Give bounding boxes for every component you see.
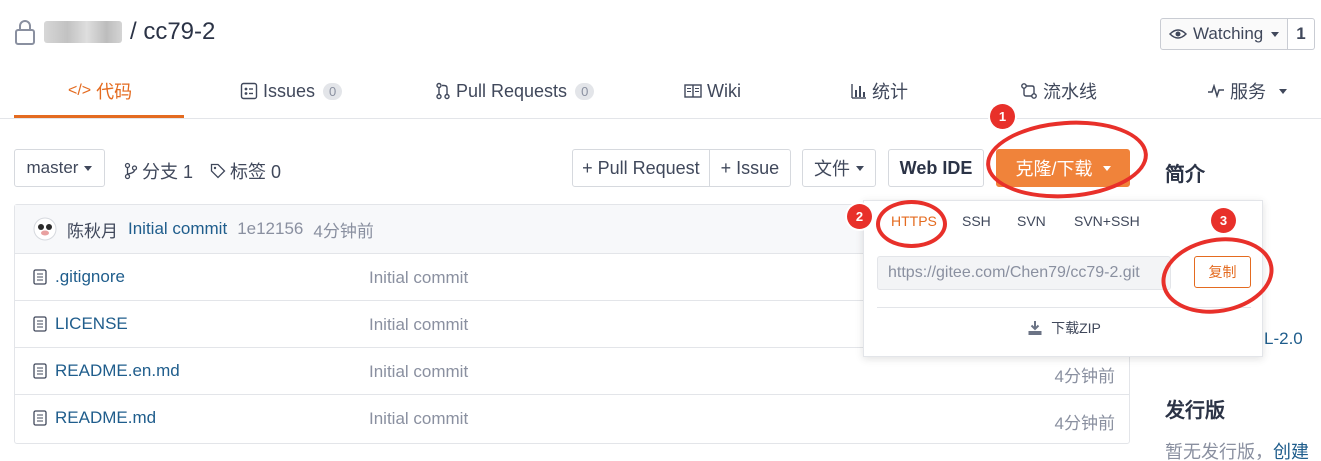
annotation-marker-1: 1 xyxy=(990,104,1015,129)
new-pr-issue-group: + Pull Request + Issue xyxy=(572,149,791,187)
pull-requests-count-badge: 0 xyxy=(575,82,595,100)
tab-svn-ssh[interactable]: SVN+SSH xyxy=(1074,213,1140,229)
releases-empty-text: 暂无发行版， xyxy=(1165,442,1273,461)
book-icon xyxy=(684,84,702,98)
tab-code-label: 代码 xyxy=(96,82,133,102)
watch-count[interactable]: 1 xyxy=(1288,18,1315,50)
file-commit-message[interactable]: Initial commit xyxy=(369,315,468,335)
tab-statistics[interactable]: 统计 xyxy=(851,64,908,118)
tag-icon xyxy=(210,163,226,179)
file-commit-message[interactable]: Initial commit xyxy=(369,362,468,382)
branch-select[interactable]: master xyxy=(14,149,105,187)
watch-button[interactable]: Watching xyxy=(1160,18,1289,50)
file-name[interactable]: LICENSE xyxy=(55,314,128,334)
web-ide-label: Web IDE xyxy=(899,157,973,178)
pull-request-icon xyxy=(435,82,451,100)
file-commit-message[interactable]: Initial commit xyxy=(369,409,468,429)
bar-chart-icon xyxy=(851,83,867,99)
tab-services[interactable]: 服务 xyxy=(1207,64,1287,118)
active-tab-indicator xyxy=(14,115,184,118)
avatar[interactable] xyxy=(33,217,57,241)
download-zip-label: 下载ZIP xyxy=(1051,319,1101,336)
file-icon xyxy=(33,363,47,379)
branch-label: master xyxy=(26,158,79,177)
file-row[interactable]: README.md Initial commit 4分钟前 xyxy=(15,395,1129,442)
owner-name-blurred[interactable] xyxy=(44,21,122,43)
tab-wiki[interactable]: Wiki xyxy=(684,64,741,118)
releases-empty: 暂无发行版， 创建 xyxy=(1165,438,1309,461)
annotation-marker-3: 3 xyxy=(1211,208,1236,233)
clone-url-field[interactable]: https://gitee.com/Chen79/cc79-2.git xyxy=(877,256,1171,290)
clone-url-text: https://gitee.com/Chen79/cc79-2.git xyxy=(888,264,1140,281)
lock-icon xyxy=(14,18,36,46)
tab-pipeline[interactable]: 流水线 xyxy=(1020,64,1097,118)
file-icon xyxy=(33,410,47,426)
file-commit-time: 4分钟前 xyxy=(1054,414,1115,433)
tab-issues-label: Issues xyxy=(263,80,316,101)
chevron-down-icon xyxy=(84,165,93,171)
tags-count: 标签 0 xyxy=(230,162,282,182)
web-ide-button[interactable]: Web IDE xyxy=(888,149,984,187)
branches-count: 分支 1 xyxy=(142,162,194,182)
watch-control: Watching 1 xyxy=(1160,18,1321,50)
annotation-marker-2: 2 xyxy=(847,204,872,229)
pipeline-icon xyxy=(1020,82,1038,100)
file-name[interactable]: .gitignore xyxy=(55,267,125,287)
create-release-link[interactable]: 创建 xyxy=(1273,438,1309,461)
repo-title: / cc79-2 xyxy=(14,14,215,50)
intro-heading: 简介 xyxy=(1165,164,1205,186)
file-commit-message[interactable]: Initial commit xyxy=(369,268,468,288)
commit-time: 4分钟前 xyxy=(313,221,374,241)
file-menu-label: 文件 xyxy=(814,159,850,179)
annotation-ring-clone xyxy=(983,115,1151,204)
tab-svn[interactable]: SVN xyxy=(1017,213,1046,229)
file-menu-button[interactable]: 文件 xyxy=(802,149,876,187)
commit-message[interactable]: Initial commit xyxy=(128,219,227,239)
download-icon xyxy=(1027,320,1043,336)
new-issue-button[interactable]: + Issue xyxy=(710,150,790,186)
new-issue-label: + Issue xyxy=(720,157,780,178)
file-icon xyxy=(33,269,47,285)
tab-statistics-label: 统计 xyxy=(872,82,908,102)
download-zip-button[interactable]: 下载ZIP xyxy=(877,307,1251,347)
tab-pull-requests-label: Pull Requests xyxy=(456,80,568,101)
new-pull-request-button[interactable]: + Pull Request xyxy=(573,150,710,186)
file-name[interactable]: README.en.md xyxy=(55,361,180,381)
tab-pipeline-label: 流水线 xyxy=(1043,82,1097,102)
tab-services-label: 服务 xyxy=(1230,82,1266,102)
new-pull-request-label: + Pull Request xyxy=(582,157,700,178)
repo-name[interactable]: / cc79-2 xyxy=(130,18,215,46)
tags-link[interactable]: 标签 0 xyxy=(210,158,281,184)
commit-author[interactable]: 陈秋月 xyxy=(67,217,118,242)
chevron-down-icon xyxy=(856,165,864,171)
issues-count-badge: 0 xyxy=(323,82,343,100)
annotation-ring-https xyxy=(876,200,947,248)
branches-link[interactable]: 分支 1 xyxy=(124,158,193,184)
tab-issues[interactable]: Issues 0 xyxy=(240,64,343,118)
releases-heading: 发行版 xyxy=(1165,400,1225,422)
tab-pull-requests[interactable]: Pull Requests 0 xyxy=(435,64,595,118)
commit-hash[interactable]: 1e12156 xyxy=(237,219,303,239)
watch-label: Watching xyxy=(1193,24,1264,43)
file-commit-time: 4分钟前 xyxy=(1054,367,1115,386)
file-name[interactable]: README.md xyxy=(55,408,156,428)
tab-ssh[interactable]: SSH xyxy=(962,213,991,229)
pulse-icon xyxy=(1207,84,1225,98)
license-link[interactable]: L-2.0 xyxy=(1264,329,1303,349)
repo-nav-tabs: </> 代码 Issues 0 Pull Requests 0 Wiki 统计 … xyxy=(0,64,1321,119)
issues-icon xyxy=(240,82,258,100)
eye-icon xyxy=(1169,28,1187,40)
code-icon: </> xyxy=(68,82,92,99)
chevron-down-icon xyxy=(1271,31,1280,37)
tab-wiki-label: Wiki xyxy=(707,80,741,101)
chevron-down-icon xyxy=(1279,88,1287,94)
file-icon xyxy=(33,316,47,332)
branch-icon xyxy=(124,162,138,180)
tab-code[interactable]: </> 代码 xyxy=(68,64,132,118)
